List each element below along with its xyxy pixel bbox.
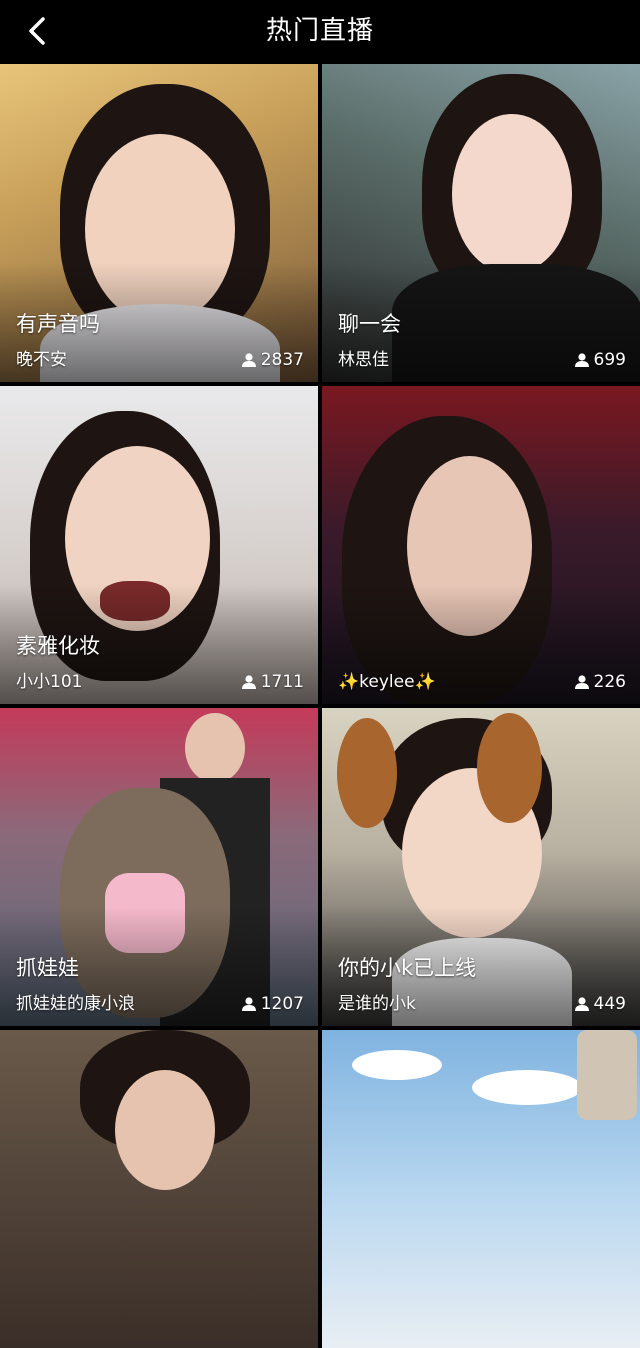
person-icon (574, 675, 589, 689)
viewer-count: 1711 (241, 672, 304, 692)
stream-thumbnail (322, 1030, 640, 1348)
live-card[interactable] (0, 1030, 318, 1348)
stream-title: 聊一会 (338, 312, 401, 336)
person-icon (241, 997, 256, 1011)
live-card[interactable]: 素雅化妆 小小101 1711 (0, 386, 318, 704)
stream-thumbnail (0, 1030, 318, 1348)
viewer-count-value: 226 (593, 672, 626, 692)
stream-title: 你的小k已上线 (338, 956, 477, 980)
person-icon (574, 997, 589, 1011)
host-name: 抓娃娃的康小浪 (16, 994, 135, 1014)
host-name: ✨keylee✨ (338, 672, 436, 692)
top-bar: 热门直播 (0, 0, 640, 62)
viewer-count-value: 449 (593, 994, 626, 1014)
host-name: 小小101 (16, 672, 83, 692)
live-stream-grid: 有声音吗 晚不安 2837 聊一会 林思佳 699 素雅化妆 小小101 171… (0, 64, 640, 1348)
person-icon (241, 675, 256, 689)
viewer-count-value: 1711 (260, 672, 304, 692)
viewer-count: 2837 (241, 350, 304, 370)
live-card[interactable]: 有声音吗 晚不安 2837 (0, 64, 318, 382)
viewer-count-value: 699 (593, 350, 626, 370)
page-title: 热门直播 (265, 16, 374, 46)
host-name: 是谁的小k (338, 994, 416, 1014)
host-name: 林思佳 (338, 350, 389, 370)
viewer-count: 449 (574, 994, 626, 1014)
person-icon (574, 353, 589, 367)
stream-title: 有声音吗 (16, 312, 100, 336)
live-card[interactable]: 你的小k已上线 是谁的小k 449 (322, 708, 640, 1026)
stream-title: 抓娃娃 (16, 956, 79, 980)
person-icon (241, 353, 256, 367)
viewer-count: 226 (574, 672, 626, 692)
stream-title: 素雅化妆 (16, 634, 100, 658)
viewer-count-value: 2837 (260, 350, 304, 370)
host-name: 晚不安 (16, 350, 67, 370)
live-card[interactable]: 聊一会 林思佳 699 (322, 64, 640, 382)
live-card[interactable] (322, 1030, 640, 1348)
viewer-count: 699 (574, 350, 626, 370)
viewer-count-value: 1207 (260, 994, 304, 1014)
viewer-count: 1207 (241, 994, 304, 1014)
live-card[interactable]: ✨keylee✨ 226 (322, 386, 640, 704)
live-card[interactable]: 抓娃娃 抓娃娃的康小浪 1207 (0, 708, 318, 1026)
